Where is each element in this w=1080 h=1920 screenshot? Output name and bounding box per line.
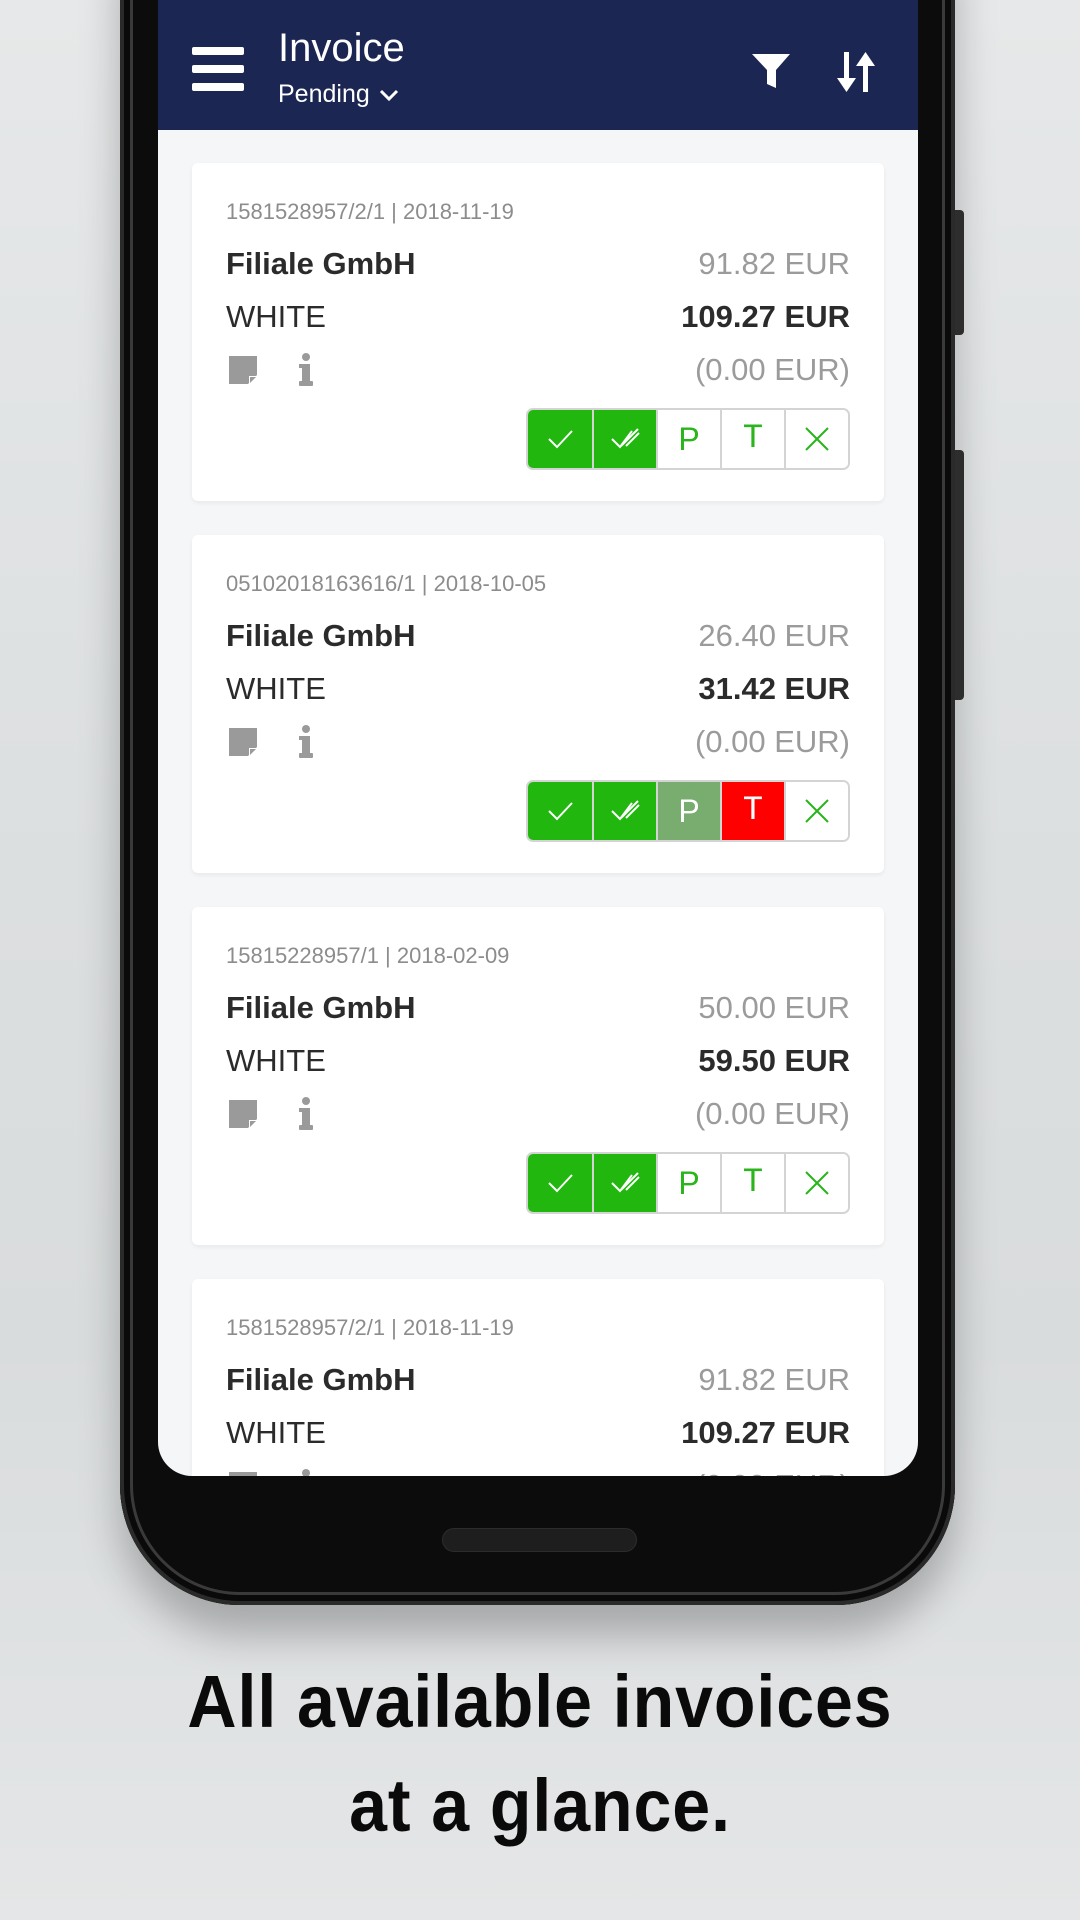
double-check-icon bbox=[611, 428, 640, 449]
partner-name: WHITE bbox=[226, 1415, 326, 1450]
company-name: Filiale GmbH bbox=[226, 246, 416, 281]
action-button-approve[interactable] bbox=[528, 782, 592, 840]
gross-amount: 109.27 EUR bbox=[681, 1415, 850, 1450]
net-amount: 91.82 EUR bbox=[698, 246, 850, 281]
sort-arrows-icon[interactable] bbox=[834, 50, 878, 94]
info-icon[interactable] bbox=[298, 1469, 314, 1476]
action-button-t[interactable]: T bbox=[720, 782, 784, 840]
invoice-card[interactable]: 1581528957/2/1 | 2018-11-19 Filiale GmbH 9… bbox=[192, 1279, 884, 1476]
action-button-t[interactable]: T bbox=[720, 410, 784, 468]
invoice-card[interactable]: 1581528957/2/1 | 2018-11-19 Filiale GmbH 9… bbox=[192, 163, 884, 501]
page-title: Invoice bbox=[278, 26, 405, 70]
partner-name: WHITE bbox=[226, 299, 326, 334]
status-filter-label: Pending bbox=[278, 80, 370, 108]
volume-button bbox=[955, 210, 964, 335]
double-check-icon bbox=[611, 800, 640, 821]
note-icon[interactable] bbox=[228, 1471, 258, 1476]
invoice-action-group: PT bbox=[526, 1152, 850, 1214]
power-button bbox=[955, 450, 964, 700]
action-label: P bbox=[678, 1164, 700, 1201]
caption-line-2: at a glance. bbox=[349, 1764, 731, 1847]
action-button-approve[interactable] bbox=[528, 410, 592, 468]
company-name: Filiale GmbH bbox=[226, 1362, 416, 1397]
action-button-p[interactable]: P bbox=[656, 410, 720, 468]
app-bar: Invoice Pending bbox=[158, 0, 918, 130]
invoice-list: 1581528957/2/1 | 2018-11-19 Filiale GmbH 9… bbox=[192, 163, 884, 1476]
chevron-down-icon bbox=[379, 89, 398, 101]
info-icon[interactable] bbox=[298, 1097, 314, 1131]
company-name: Filiale GmbH bbox=[226, 618, 416, 653]
info-icon[interactable] bbox=[298, 353, 314, 387]
paid-amount: (0.00 EUR) bbox=[694, 1096, 850, 1131]
action-button-double-approve[interactable] bbox=[592, 410, 656, 468]
note-icon[interactable] bbox=[228, 355, 258, 385]
promo-caption: All available invoices at a glance. bbox=[43, 1650, 1037, 1858]
action-button-t[interactable]: T bbox=[720, 1154, 784, 1212]
check-icon bbox=[548, 1174, 573, 1193]
action-label: P bbox=[678, 792, 700, 829]
action-button-p[interactable]: P bbox=[656, 1154, 720, 1212]
paid-amount: (0.00 EUR) bbox=[695, 1468, 850, 1476]
caption-line-1: All available invoices bbox=[187, 1660, 893, 1743]
paid-amount: (0.00 EUR) bbox=[694, 352, 850, 387]
action-label: T bbox=[742, 420, 764, 458]
action-button-reject[interactable] bbox=[784, 1154, 848, 1212]
invoice-action-group: PT bbox=[526, 408, 850, 470]
action-button-reject[interactable] bbox=[784, 782, 848, 840]
invoice-action-group: PT bbox=[526, 780, 850, 842]
funnel-icon[interactable] bbox=[750, 50, 792, 92]
phone-speaker bbox=[442, 1528, 637, 1552]
paid-amount: (0.00 EUR) bbox=[694, 724, 850, 759]
action-button-p[interactable]: P bbox=[656, 782, 720, 840]
net-amount: 26.40 EUR bbox=[698, 618, 850, 653]
partner-name: WHITE bbox=[226, 671, 326, 706]
phone-screen: Invoice Pending 1581528957/2/1 | 2018-11… bbox=[158, 0, 918, 1476]
invoice-number-date: 15815228957/1 | 2018-02-09 bbox=[226, 943, 510, 968]
action-button-approve[interactable] bbox=[528, 1154, 592, 1212]
action-button-double-approve[interactable] bbox=[592, 782, 656, 840]
action-label: T bbox=[742, 792, 764, 830]
status-filter-dropdown[interactable]: Pending bbox=[278, 80, 400, 109]
reject-x-icon bbox=[805, 799, 829, 823]
invoice-number-date: 1581528957/2/1 | 2018-11-19 bbox=[226, 199, 514, 224]
action-label: P bbox=[678, 420, 700, 457]
net-amount: 91.82 EUR bbox=[698, 1362, 850, 1397]
gross-amount: 59.50 EUR bbox=[698, 1043, 850, 1078]
company-name: Filiale GmbH bbox=[226, 990, 416, 1025]
note-icon[interactable] bbox=[228, 727, 258, 757]
gross-amount: 31.42 EUR bbox=[698, 671, 850, 706]
invoice-card[interactable]: 05102018163616/1 | 2018-10-05 Filiale Gmb… bbox=[192, 535, 884, 873]
reject-x-icon bbox=[805, 427, 829, 451]
check-icon bbox=[548, 430, 573, 449]
invoice-number-date: 05102018163616/1 | 2018-10-05 bbox=[226, 571, 547, 596]
invoice-number-date: 1581528957/2/1 | 2018-11-19 bbox=[226, 1315, 514, 1340]
note-icon[interactable] bbox=[228, 1099, 258, 1129]
action-button-reject[interactable] bbox=[784, 410, 848, 468]
net-amount: 50.00 EUR bbox=[698, 990, 850, 1025]
action-button-double-approve[interactable] bbox=[592, 1154, 656, 1212]
gross-amount: 109.27 EUR bbox=[681, 299, 850, 334]
hamburger-menu-icon[interactable] bbox=[192, 47, 244, 91]
partner-name: WHITE bbox=[226, 1043, 326, 1078]
action-label: T bbox=[742, 1164, 764, 1202]
invoice-card[interactable]: 15815228957/1 | 2018-02-09 Filiale GmbH 50… bbox=[192, 907, 884, 1245]
double-check-icon bbox=[611, 1172, 640, 1193]
reject-x-icon bbox=[805, 1171, 829, 1195]
check-icon bbox=[548, 802, 573, 821]
info-icon[interactable] bbox=[298, 725, 314, 759]
